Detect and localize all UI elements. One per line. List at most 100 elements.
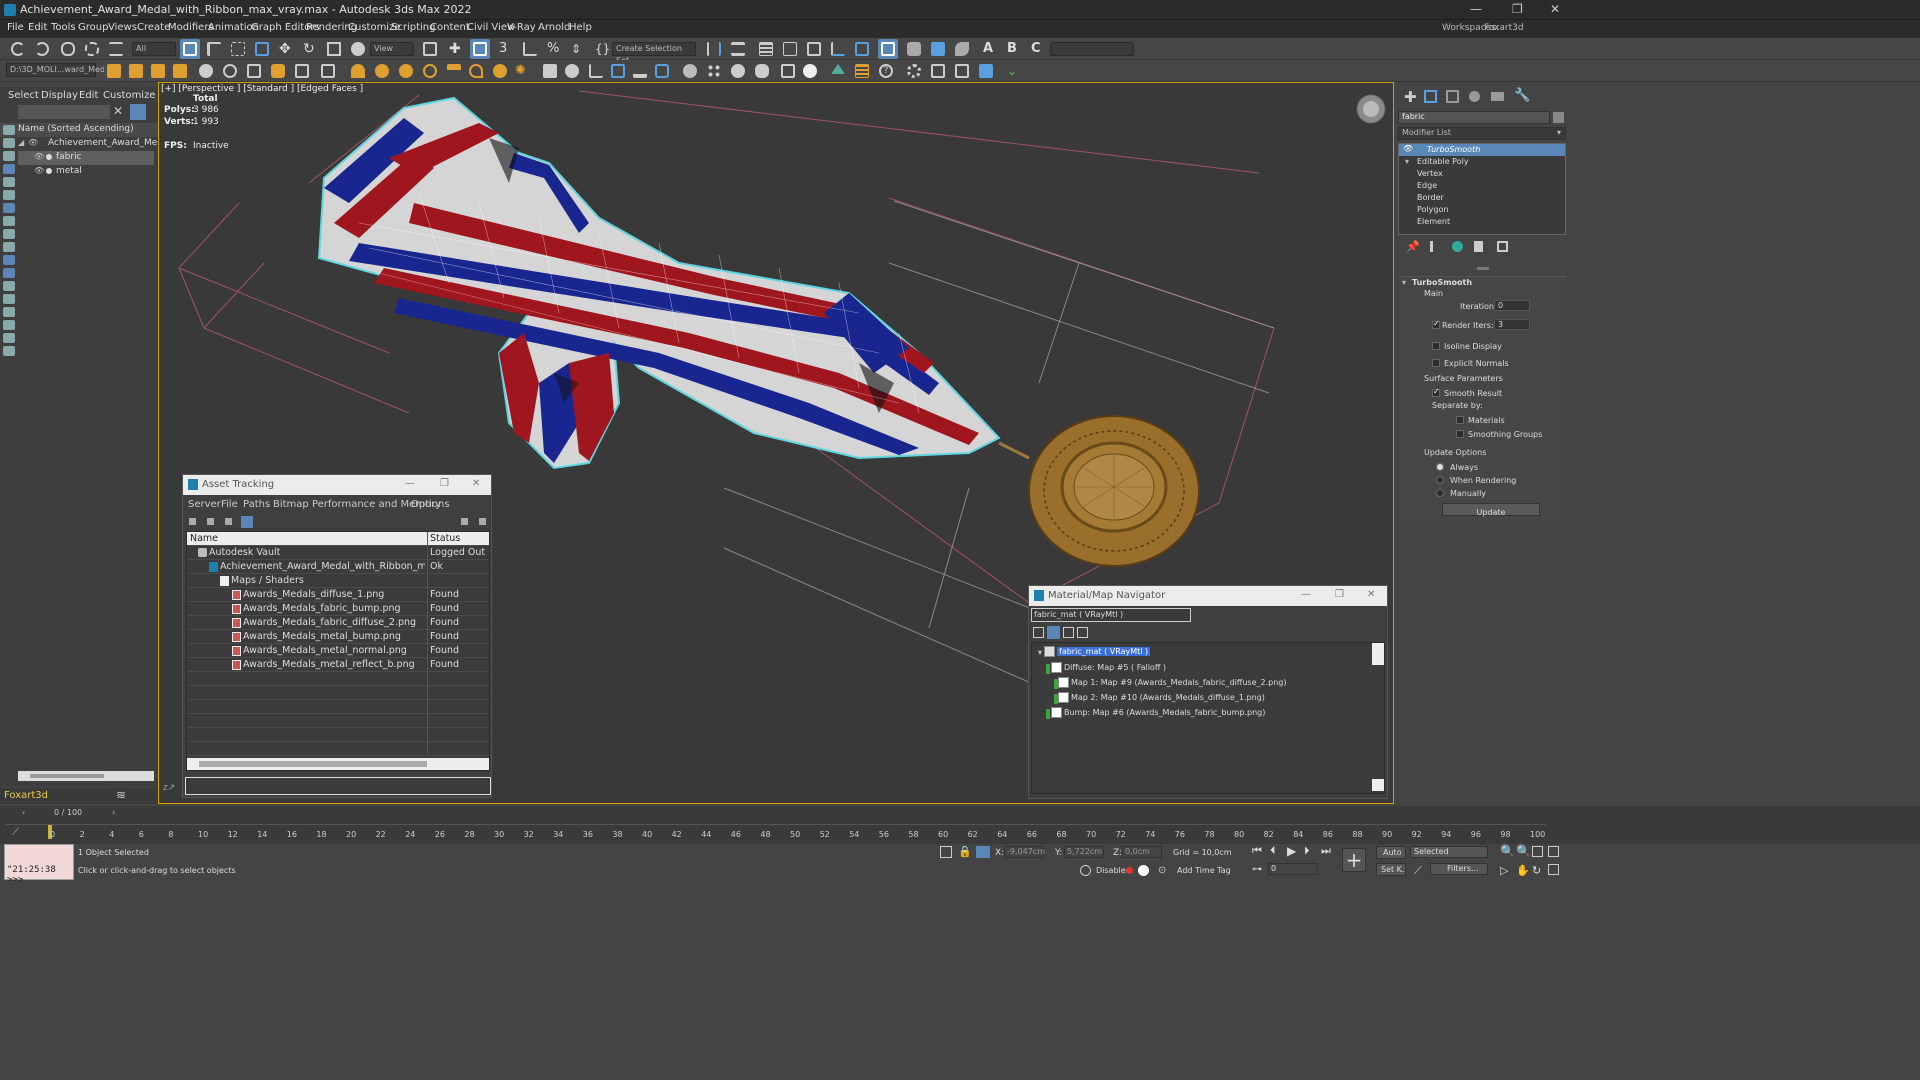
- table-row[interactable]: Maps / Shaders: [187, 574, 489, 588]
- render-production-icon[interactable]: [952, 39, 972, 59]
- table-row[interactable]: Achievement_Award_Medal_with_Ribbon_max_…: [187, 560, 489, 574]
- sky-light-icon[interactable]: [490, 61, 510, 81]
- vray-sun-icon[interactable]: [170, 61, 190, 81]
- stack-item-turbosmooth[interactable]: 👁 TurboSmooth: [1399, 144, 1565, 156]
- angle-snap-icon[interactable]: [520, 39, 540, 59]
- vray-toon-icon[interactable]: [608, 61, 628, 81]
- zoom-extents-all-icon[interactable]: [1548, 846, 1559, 857]
- key-set-dropdown[interactable]: Selected: [1410, 846, 1488, 858]
- utilities-tab-icon[interactable]: 🔧: [1514, 88, 1530, 103]
- configure-sets-icon[interactable]: [1497, 241, 1508, 252]
- checkout-icon[interactable]: [207, 518, 214, 525]
- cameras-filter-icon[interactable]: [3, 177, 15, 187]
- rollout-title[interactable]: TurboSmooth: [1412, 278, 1472, 287]
- isolate-selection-icon[interactable]: [940, 846, 952, 858]
- menu-tools[interactable]: Tools: [51, 22, 76, 33]
- play-icon[interactable]: ▶: [1287, 844, 1296, 858]
- image-icon[interactable]: [778, 61, 798, 81]
- display-children-icon[interactable]: [3, 320, 15, 330]
- auto-key-button[interactable]: Auto: [1376, 846, 1406, 859]
- material-field[interactable]: fabric_mat ( VRayMtl ): [1031, 608, 1191, 622]
- expand-arrow-icon[interactable]: ◢: [18, 138, 24, 147]
- material-root[interactable]: fabric_mat ( VRayMtl ): [1057, 647, 1151, 656]
- create-tab-icon[interactable]: ✚: [1404, 88, 1417, 106]
- menu-help[interactable]: Help: [569, 22, 592, 33]
- layer-stack-icon[interactable]: ≋: [116, 788, 126, 802]
- next-frame-icon[interactable]: ›: [112, 808, 115, 817]
- vray-light-icon[interactable]: [104, 61, 124, 81]
- sun-icon[interactable]: [372, 61, 392, 81]
- viewcube-center[interactable]: [1363, 101, 1379, 117]
- display-none-icon[interactable]: [3, 125, 15, 135]
- zoom-extents-icon[interactable]: [1532, 846, 1543, 857]
- scrollbar-thumb[interactable]: [30, 774, 104, 778]
- close-button[interactable]: ✕: [1550, 2, 1560, 16]
- vray-ies-icon[interactable]: [126, 61, 146, 81]
- vault-icon[interactable]: [189, 518, 196, 525]
- key-filter-icon[interactable]: ⟋: [1414, 864, 1422, 878]
- medal-model[interactable]: [998, 415, 1200, 567]
- undo-icon[interactable]: [8, 39, 28, 59]
- scene-search-input[interactable]: [18, 105, 110, 119]
- render-setup-icon[interactable]: [904, 39, 924, 59]
- table-row[interactable]: Awards_Medals_fabric_bump.png Found: [187, 602, 489, 616]
- multi-sphere-icon[interactable]: [704, 61, 724, 81]
- percent-snap-icon[interactable]: %: [544, 39, 564, 59]
- toggle-ribbon-icon[interactable]: [804, 39, 824, 59]
- small-icons-view-icon[interactable]: [1063, 627, 1074, 638]
- gear-icon[interactable]: [904, 61, 924, 81]
- maxscript-listener[interactable]: "21:25:38 >>>: [4, 844, 74, 885]
- spot-light-icon[interactable]: [444, 61, 464, 81]
- vray-camera-icon[interactable]: [292, 61, 312, 81]
- horizontal-scrollbar[interactable]: [187, 758, 489, 770]
- maximize-button[interactable]: ❐: [440, 478, 449, 489]
- rect-selection-icon[interactable]: [228, 39, 248, 59]
- smoothing-groups-checkbox[interactable]: [1456, 430, 1464, 438]
- teapot-icon[interactable]: [752, 61, 772, 81]
- tab-display[interactable]: Display: [41, 90, 78, 101]
- ribbon-model[interactable]: [317, 96, 1001, 470]
- render-iters-spinner[interactable]: 3: [1494, 319, 1530, 330]
- maximize-button[interactable]: ❐: [1512, 2, 1523, 16]
- horizontal-scrollbar[interactable]: [18, 771, 154, 781]
- menu-create[interactable]: Create: [137, 22, 170, 33]
- checkin-icon[interactable]: [225, 518, 232, 525]
- table-row[interactable]: Awards_Medals_metal_normal.png Found: [187, 644, 489, 658]
- go-start-icon[interactable]: ⏮: [1252, 844, 1262, 858]
- toolbar-extra-dropdown[interactable]: [1050, 42, 1134, 56]
- spinner-snap-icon[interactable]: ⇕: [568, 39, 588, 59]
- adaptive-degradation-icon[interactable]: [1080, 865, 1091, 876]
- minimize-button[interactable]: —: [405, 478, 415, 489]
- object-name-field[interactable]: fabric: [1398, 111, 1550, 124]
- display-tab-icon[interactable]: [1491, 92, 1504, 101]
- materials-checkbox[interactable]: [1456, 416, 1464, 424]
- menu-file[interactable]: File: [7, 22, 24, 33]
- vray-ipr-icon[interactable]: [652, 61, 672, 81]
- invert-filter-icon[interactable]: [3, 307, 15, 317]
- lock-icon[interactable]: 🔒: [958, 845, 972, 858]
- curve-editor-icon[interactable]: [828, 39, 848, 59]
- column-header[interactable]: Name (Sorted Ascending): [0, 123, 158, 137]
- vertical-scrollbar[interactable]: [1372, 643, 1384, 665]
- menu-vray[interactable]: V-Ray: [507, 22, 536, 33]
- material-editor-icon[interactable]: [878, 39, 898, 59]
- visibility-eye-icon[interactable]: 👁: [34, 152, 44, 161]
- zoom-icon[interactable]: 🔍: [1500, 844, 1515, 858]
- record-dot-icon[interactable]: [1126, 867, 1133, 874]
- track-curve-icon[interactable]: ⟋: [12, 827, 19, 838]
- time-slider[interactable]: ‹ 0 / 100 ›: [18, 808, 120, 820]
- zoom-all-icon[interactable]: 🔍: [1516, 844, 1531, 858]
- table-row[interactable]: Awards_Medals_fabric_diffuse_2.png Found: [187, 616, 489, 630]
- bind-spacewarp-icon[interactable]: [106, 39, 126, 59]
- track-bar[interactable]: ⟋ 0 2 4 6 8 10 12 14 16 18 20 22 24 26 28 30 32 34 36 38 40 4…: [6, 824, 1546, 844]
- set-key-icon[interactable]: +: [1342, 848, 1366, 872]
- show-end-result-icon[interactable]: [1430, 241, 1433, 252]
- redo-icon[interactable]: [32, 39, 52, 59]
- modify-tab-icon[interactable]: [1424, 90, 1437, 103]
- explicit-normals-checkbox[interactable]: [1432, 359, 1440, 367]
- remove-modifier-icon[interactable]: [1474, 241, 1483, 252]
- iterations-spinner[interactable]: 0: [1494, 300, 1530, 311]
- funnel-icon[interactable]: [3, 333, 15, 343]
- list-view-icon[interactable]: [1033, 627, 1044, 638]
- asset-tracking-titlebar[interactable]: Asset Tracking — ❐ ✕: [183, 475, 491, 495]
